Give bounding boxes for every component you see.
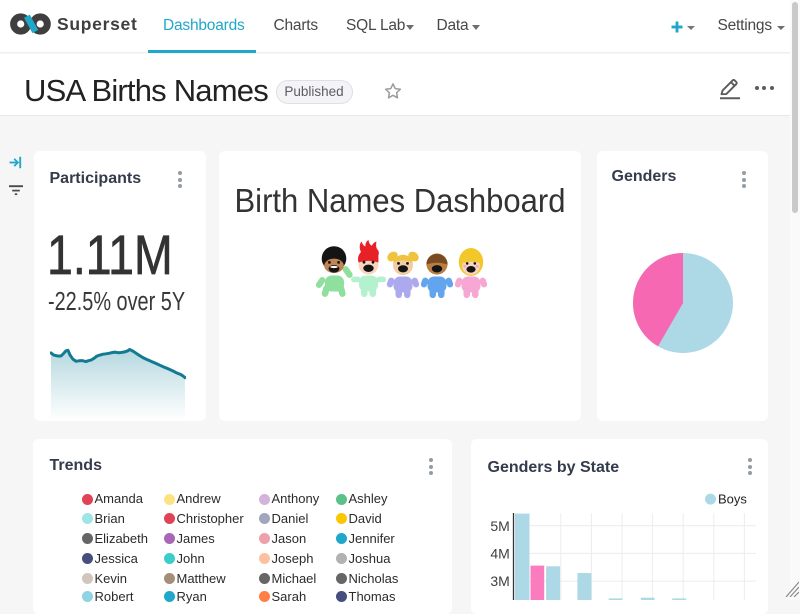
svg-text:5M: 5M <box>490 517 509 533</box>
svg-text:3M: 3M <box>490 573 509 589</box>
svg-text:4M: 4M <box>490 545 509 561</box>
svg-text:Boys: Boys <box>717 491 746 506</box>
